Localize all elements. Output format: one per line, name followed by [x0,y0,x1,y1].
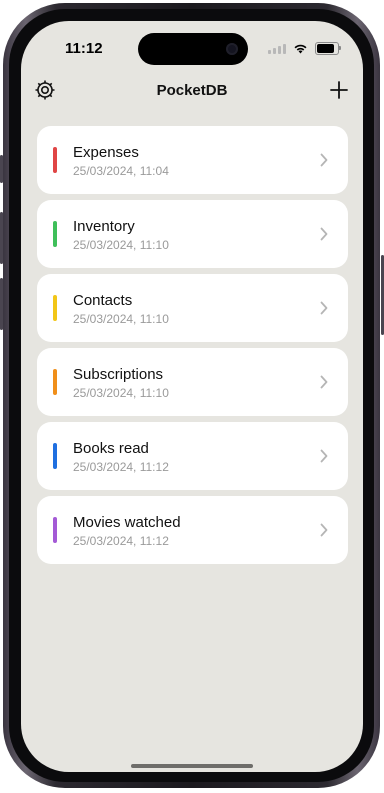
database-name: Contacts [73,292,133,309]
action-button [0,155,3,183]
battery-icon [315,42,341,55]
color-indicator [53,517,57,543]
database-name: Subscriptions [73,366,164,383]
database-card[interactable]: Contacts 25/03/2024, 11:10 [37,274,348,342]
color-indicator [53,221,57,247]
dynamic-island [138,33,248,65]
color-indicator [53,295,57,321]
home-indicator[interactable] [131,764,253,768]
chevron-right-icon [320,449,328,463]
database-card[interactable]: Subscriptions 25/03/2024, 11:10 [37,348,348,416]
camera-icon [226,43,238,55]
navigation-bar: PocketDB [21,73,363,109]
volume-down-button [0,278,3,330]
add-database-button[interactable] [327,78,353,104]
database-card[interactable]: Books read 25/03/2024, 11:12 [37,422,348,490]
cellular-signal-icon [268,43,286,54]
chevron-right-icon [320,301,328,315]
wifi-icon [294,44,307,54]
database-date: 25/03/2024, 11:12 [73,534,169,548]
database-card[interactable]: Expenses 25/03/2024, 11:04 [37,126,348,194]
color-indicator [53,369,57,395]
database-card[interactable]: Inventory 25/03/2024, 11:10 [37,200,348,268]
color-indicator [53,443,57,469]
database-name: Expenses [73,144,139,161]
database-date: 25/03/2024, 11:10 [73,386,169,400]
chevron-right-icon [320,523,328,537]
database-list: Expenses 25/03/2024, 11:04 Inventory 25/03/… [37,126,348,570]
database-name: Movies watched [73,514,181,531]
database-date: 25/03/2024, 11:12 [73,460,169,474]
chevron-right-icon [320,375,328,389]
status-time: 11:12 [65,40,103,57]
page-title: PocketDB [156,82,228,99]
database-date: 25/03/2024, 11:10 [73,312,169,326]
database-name: Books read [73,440,149,457]
database-card[interactable]: Movies watched 25/03/2024, 11:12 [37,496,348,564]
chevron-right-icon [320,227,328,241]
volume-up-button [0,212,3,264]
color-indicator [53,147,57,173]
status-icons [268,42,341,55]
app-screen: 11:12 PocketDB Expenses 25/03/2024, 11:0… [21,21,363,772]
plus-icon [330,81,348,99]
database-date: 25/03/2024, 11:04 [73,164,169,178]
chevron-right-icon [320,153,328,167]
database-date: 25/03/2024, 11:10 [73,238,169,252]
database-name: Inventory [73,218,135,235]
